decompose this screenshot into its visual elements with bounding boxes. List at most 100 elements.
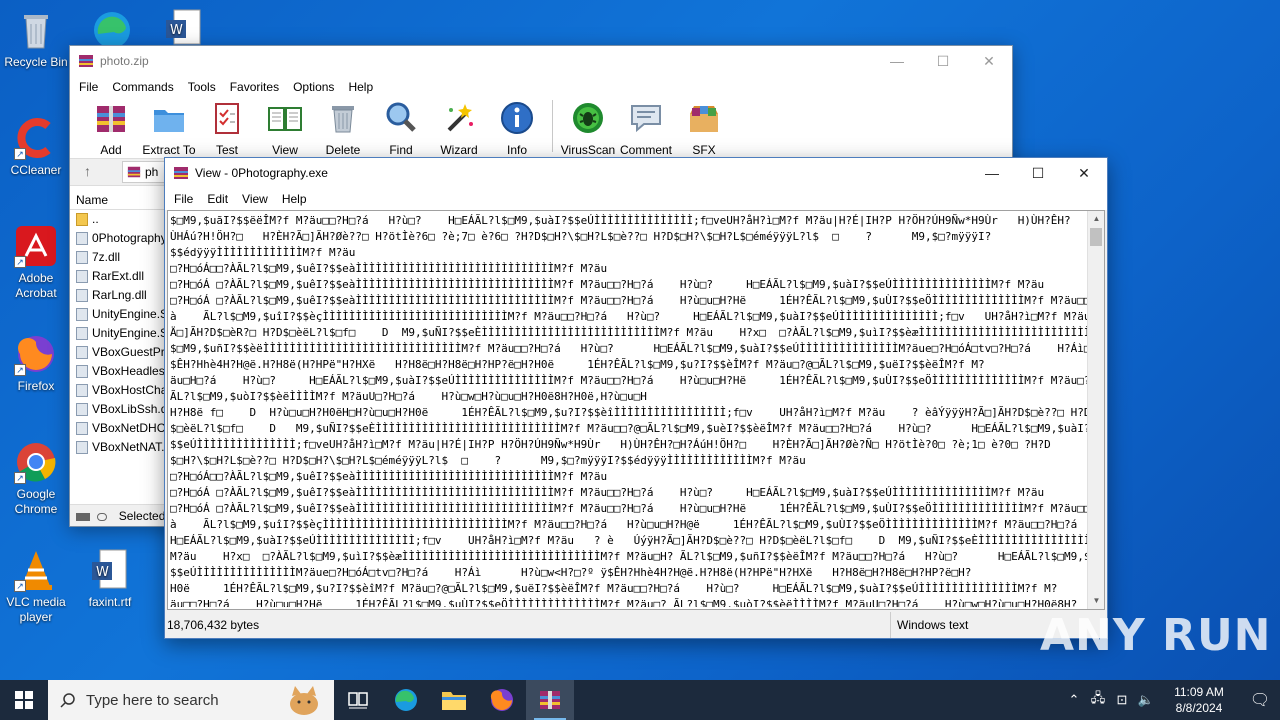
desktop-icon-recycle-bin[interactable]: Recycle Bin (0, 8, 72, 70)
taskbar-firefox-button[interactable] (478, 680, 526, 720)
taskbar-winrar-button[interactable] (526, 680, 574, 720)
minimize-button[interactable]: — (969, 158, 1015, 188)
menu-help[interactable]: Help (341, 80, 380, 94)
taskbar-search-box[interactable]: Type here to search (48, 680, 334, 720)
test-label: Test (215, 143, 238, 157)
file-icon (76, 251, 88, 264)
sfx-button[interactable]: SFX (675, 100, 733, 157)
up-arrow-icon[interactable]: ↑ (84, 163, 91, 179)
desktop-icon-faxint-rtf[interactable]: W faxint.rtf (74, 548, 146, 610)
desktop-icon-label: Adobe Acrobat (15, 271, 57, 300)
find-button[interactable]: Find (372, 100, 430, 157)
viewer-text-area[interactable]: $□M9,$uãI?$$ëëÎM?f M?äu□□?H□?á H?ù□? H□E… (167, 210, 1105, 610)
file-list-item[interactable]: VBoxHeadles (70, 362, 166, 381)
notification-icon[interactable]: 🗨 (1240, 690, 1280, 710)
file-list-item[interactable]: UnityEngine.S (70, 305, 168, 324)
menu-options[interactable]: Options (286, 80, 341, 94)
wizard-button[interactable]: Wizard (430, 100, 488, 157)
menu-file[interactable]: File (72, 80, 105, 94)
column-header-name[interactable]: Name (70, 190, 166, 210)
anyrun-watermark: ANY RUN (1040, 610, 1272, 661)
add-label: Add (100, 143, 122, 157)
close-button[interactable]: ✕ (1061, 158, 1107, 188)
svg-text:W: W (96, 565, 109, 580)
shortcut-arrow-icon: ↗ (14, 148, 26, 160)
path-field[interactable]: ph (122, 161, 166, 183)
file-name: VBoxNetDHC (92, 421, 166, 435)
virusscan-label: VirusScan (560, 143, 616, 157)
scroll-down-arrow-icon[interactable]: ▼ (1088, 593, 1104, 609)
desktop-icon-label: faxint.rtf (88, 595, 132, 609)
clock[interactable]: 11:09 AM 8/8/2024 (1164, 684, 1234, 716)
winrar-toolbar: Add Extract To Test View Delete Find Wiz… (70, 98, 1012, 158)
search-placeholder: Type here to search (86, 691, 219, 709)
file-list-item[interactable]: VBoxNetNAT. (70, 438, 166, 457)
add-button[interactable]: Add (82, 100, 140, 157)
start-button[interactable] (0, 680, 48, 720)
winrar-titlebar[interactable]: photo.zip — ☐ ✕ (70, 46, 1012, 76)
virusscan-button[interactable]: VirusScan (559, 100, 617, 157)
menu-tools[interactable]: Tools (181, 80, 223, 94)
minimize-button[interactable]: — (874, 46, 920, 76)
file-name: 7z.dll (92, 250, 121, 264)
file-list-item[interactable]: VBoxLibSsh.d (70, 400, 167, 419)
vertical-scrollbar[interactable]: ▲ ▼ (1087, 211, 1104, 609)
view-button[interactable]: View (256, 100, 314, 157)
file-list-item[interactable]: RarExt.dll (70, 267, 166, 286)
file-icon (76, 327, 88, 340)
file-list-item[interactable]: 0Photography (70, 229, 167, 248)
desktop-icon-firefox[interactable]: ↗ Firefox (0, 332, 72, 394)
desktop-icon-ccleaner[interactable]: ↗ CCleaner (0, 116, 72, 178)
menu-favorites[interactable]: Favorites (223, 80, 286, 94)
desktop-icon-adobe-acrobat[interactable]: ↗ Adobe Acrobat (0, 224, 72, 301)
magic-wand-icon (447, 104, 473, 132)
file-list-item[interactable]: VBoxGuestPr (70, 343, 166, 362)
file-list-item[interactable]: 7z.dll (70, 248, 166, 267)
file-name: VBoxGuestPr (92, 345, 165, 359)
menu-commands[interactable]: Commands (105, 80, 180, 94)
taskbar-edge-button[interactable] (382, 680, 430, 720)
windows-logo-icon (15, 691, 33, 709)
file-list-item[interactable]: VBoxHostCha (70, 381, 167, 400)
word-doc-icon: W (88, 548, 132, 592)
delete-label: Delete (325, 143, 361, 157)
network-icon[interactable]: 🖧 (1086, 689, 1110, 711)
shortcut-arrow-icon: ↗ (14, 472, 26, 484)
file-list: Name .. 0Photography 7z.dll RarExt.dll RarLn… (70, 190, 168, 499)
menu-file[interactable]: File (167, 192, 200, 206)
close-button[interactable]: ✕ (966, 46, 1012, 76)
extract-to-button[interactable]: Extract To (140, 100, 198, 157)
file-icon (76, 289, 88, 302)
svg-text:W: W (170, 23, 183, 38)
desktop-icon-google-chrome[interactable]: ↗ Google Chrome (0, 440, 72, 517)
watermark-text: ANY RUN (1040, 610, 1272, 661)
desktop-icon-vlc[interactable]: ↗ VLC media player (0, 548, 72, 625)
info-button[interactable]: Info (488, 100, 546, 157)
file-size-status: 18,706,432 bytes (165, 612, 891, 638)
file-name: VBoxHeadles (92, 364, 165, 378)
delete-button[interactable]: Delete (314, 100, 372, 157)
shortcut-arrow-icon: ↗ (14, 364, 26, 376)
file-list-item[interactable]: UnityEngine.S (70, 324, 168, 343)
ethernet-icon[interactable]: ⊡ (1110, 692, 1134, 708)
scroll-up-arrow-icon[interactable]: ▲ (1088, 211, 1104, 227)
file-list-item[interactable]: RarLng.dll (70, 286, 166, 305)
comment-button[interactable]: Comment (617, 100, 675, 157)
maximize-button[interactable]: ☐ (1015, 158, 1061, 188)
maximize-button[interactable]: ☐ (920, 46, 966, 76)
file-list-item[interactable]: .. (70, 210, 166, 229)
winrar-icon (127, 166, 141, 178)
chevron-up-icon[interactable]: ⌃ (1062, 692, 1086, 708)
test-button[interactable]: Test (198, 100, 256, 157)
file-list-item[interactable]: VBoxNetDHC (70, 419, 166, 438)
viewer-titlebar[interactable]: View - 0Photography.exe — ☐ ✕ (165, 158, 1107, 188)
volume-icon[interactable]: 🔈 (1134, 692, 1158, 708)
task-view-button[interactable] (334, 680, 382, 720)
scrollbar-thumb[interactable] (1090, 228, 1102, 246)
menu-help[interactable]: Help (275, 192, 314, 206)
taskbar-explorer-button[interactable] (430, 680, 478, 720)
menu-edit[interactable]: Edit (200, 192, 235, 206)
menu-view[interactable]: View (235, 192, 275, 206)
file-name: RarLng.dll (92, 288, 147, 302)
comment-icon (631, 105, 661, 133)
